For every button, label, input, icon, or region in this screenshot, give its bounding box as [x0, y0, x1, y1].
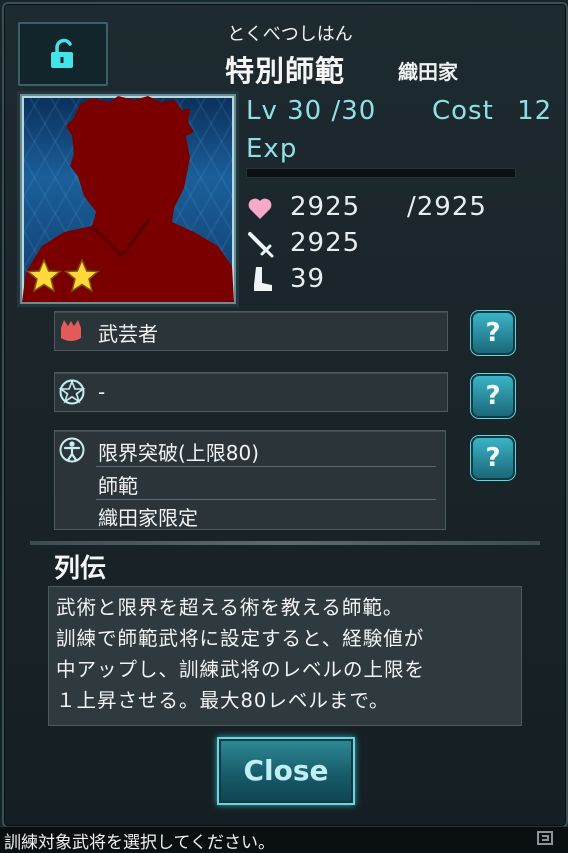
skill-label: - — [98, 380, 106, 404]
bio-text: 武術と限界を超える術を教える師範。 訓練で師範武将に設定すると、経験値が 中アッ… — [56, 596, 426, 712]
unit-name: 特別師範 — [224, 54, 345, 88]
help-button[interactable]: ? — [471, 374, 515, 418]
sword-icon — [248, 232, 274, 258]
pentagram-icon — [58, 379, 86, 405]
bio-title: 列伝 — [54, 554, 107, 584]
star-icon — [64, 258, 100, 293]
skill-slot — [54, 372, 448, 412]
star-icon — [26, 258, 62, 293]
cost-label: Cost — [432, 96, 494, 126]
skill-detail: 師範 — [98, 474, 138, 498]
cost-value: 12 — [517, 96, 553, 126]
level-label: Lv — [246, 96, 278, 126]
watermark-logo-icon — [537, 831, 553, 845]
unit-name-reading: とくべつしはん — [227, 24, 353, 45]
unlock-icon — [51, 38, 73, 68]
divider — [30, 541, 540, 545]
figure-circle-icon — [59, 437, 85, 463]
close-button[interactable]: Close — [217, 737, 355, 805]
speed-value: 39 — [290, 264, 326, 294]
skill-label: 武芸者 — [98, 322, 158, 346]
unit-clan: 織田家 — [398, 60, 458, 84]
level-max: /30 — [331, 96, 377, 126]
help-button[interactable]: ? — [471, 311, 515, 355]
divider — [96, 499, 436, 500]
level-value: 30 — [287, 96, 323, 126]
boot-icon — [254, 267, 272, 291]
red-helmet-icon — [61, 320, 81, 341]
help-button[interactable]: ? — [471, 436, 515, 480]
attack-value: 2925 — [290, 228, 361, 258]
skill-detail: 織田家限定 — [98, 506, 198, 530]
exp-label: Exp — [246, 134, 298, 164]
hp-value: 2925 — [290, 192, 361, 222]
unlock-button[interactable] — [18, 22, 108, 86]
skill-label: 限界突破(上限80) — [98, 441, 260, 465]
divider — [96, 466, 436, 467]
hp-max: /2925 — [407, 192, 487, 222]
footer-message: 訓練対象武将を選択してください。 — [4, 833, 275, 853]
star-rating — [26, 258, 102, 294]
exp-bar — [246, 168, 516, 178]
heart-icon — [248, 198, 272, 219]
